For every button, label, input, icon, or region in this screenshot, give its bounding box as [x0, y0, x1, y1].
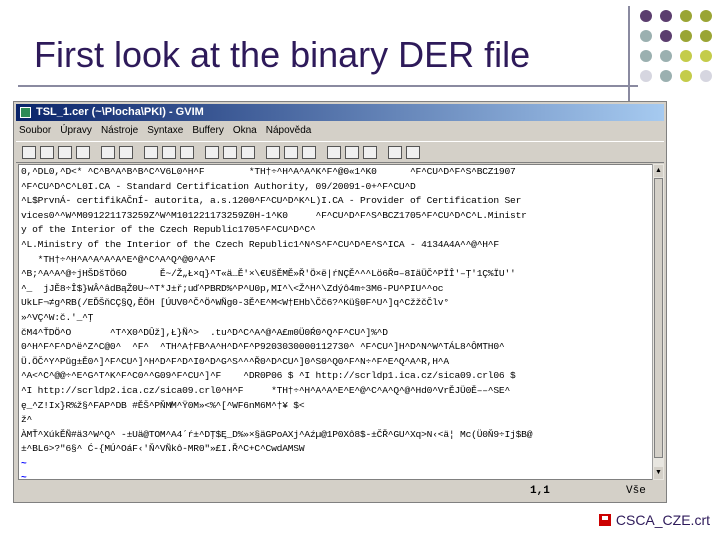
editor-line: ž^ [21, 414, 33, 426]
scroll-up-arrow-icon[interactable]: ▲ [654, 165, 663, 177]
editor-line: ^I http://scrldp2.ica.cz/sica09.crl0^H^F… [21, 384, 511, 396]
menu-item[interactable]: Soubor [19, 122, 51, 139]
save-all-icon[interactable] [58, 146, 72, 159]
cut-icon[interactable] [144, 146, 158, 159]
decorative-dot [680, 50, 692, 62]
editor-line: čM4^ŤDÖ^O ^T^X0^DÛž],Ł}Ñ^> .tu^D^C^A^@^A… [21, 326, 388, 338]
menu-item[interactable]: Syntaxe [147, 122, 183, 139]
editor-line: ^_ jJĚ8÷Î$}WÂ^âdBąŽ0U~^T*J±ř;uď^PBRD%^P^… [21, 282, 444, 294]
decorative-dot [660, 30, 672, 42]
copy-icon[interactable] [162, 146, 176, 159]
empty-line-marker: ~ [21, 472, 27, 480]
toolbar-separator [135, 146, 142, 159]
window-titlebar: TSL_1.cer (~\Plocha\PKI) - GVIM [16, 104, 664, 121]
editor-line: ^A<^C^@@÷^E^G^T^K^F^C0^^G09^F^CU^]^F ^DR… [21, 370, 516, 382]
scroll-position: Vše [626, 485, 646, 497]
decorative-dot [700, 30, 712, 42]
jump-tag-icon[interactable] [363, 146, 377, 159]
menubar: Soubor Úpravy Nástroje Syntaxe Buffery Okna Ná… [16, 122, 664, 139]
editor-line: Ü.ÖČ^Y^Pŭg±Ě0^]^F^CU^]^H^D^F^D^I0^D^G^S^… [21, 355, 449, 367]
paste-icon[interactable] [180, 146, 194, 159]
decorative-dot [660, 50, 672, 62]
file-caption: CSCA_CZE.crt [598, 512, 710, 528]
title-divider-horizontal [18, 85, 638, 87]
decorative-dot [700, 10, 712, 22]
decorative-dot [640, 70, 652, 82]
editor-line: ę_^Z!Ix}R%ž§^FAP^DB #ĚŠ^PŇM̸M^Ÿ0M»<%^[^W… [21, 399, 305, 411]
decorative-dot [640, 10, 652, 22]
scroll-thumb[interactable] [654, 178, 663, 458]
scroll-down-arrow-icon[interactable]: ▼ [654, 467, 663, 479]
decorative-dot [680, 10, 692, 22]
editor-text-area[interactable]: 0,^DL0,^D<* ^C^B^A^B^B^C^V6L0^H^F *TH†÷^… [18, 164, 654, 480]
make-icon[interactable] [327, 146, 341, 159]
toolbar-separator [196, 146, 203, 159]
editor-line: ^L$PrvnÁ- certifikAČnÍ- autorita, a.s.12… [21, 195, 522, 207]
toolbar-separator [379, 146, 386, 159]
menu-item[interactable]: Okna [233, 122, 257, 139]
decorative-dot-grid [640, 10, 720, 90]
print-icon[interactable] [76, 146, 90, 159]
decorative-dot [640, 30, 652, 42]
editor-line: y of the Interior of the Czech Republic1… [21, 224, 316, 236]
status-line: 1,1 Vše [18, 482, 654, 500]
find-next-icon[interactable] [223, 146, 237, 159]
editor-line: ^B;^A^A^@÷jHŠDšTÖ6O Ě~/Ž„Ł×q}^T«ä…Ě'×\€U… [21, 268, 516, 280]
editor-line: 0^H^F^F^D^ë^Z^C@0^ ^F^ ^TH^A†FB^A^H^D^F^… [21, 341, 505, 353]
toolbar-separator [92, 146, 99, 159]
decorative-dot [660, 10, 672, 22]
toolbar-separator [318, 146, 325, 159]
undo-icon[interactable] [101, 146, 115, 159]
decorative-dot [680, 70, 692, 82]
editor-line: ÀMŤ^XúkĚÑ#ä3^W^Q^ -±Uä@TOM^A4´ŕ±^DŢ$Ę_D%… [21, 428, 533, 440]
toolbar [16, 141, 664, 163]
redo-icon[interactable] [119, 146, 133, 159]
empty-line-marker: ~ [21, 457, 27, 469]
help-icon[interactable] [388, 146, 402, 159]
editor-line: UkLF¬≠g^RB(/EĎŠňCÇ§Q,ĚÖH [ÚUV0^Č^Ö^WÑg0-… [21, 297, 449, 309]
editor-line: ±^BL6>?"6§^ Ć-{MÚ^OáF‹'Ň^VÑkô-MR0"»£I.Ř^… [21, 443, 305, 455]
menu-item[interactable]: Nápověda [266, 122, 312, 139]
decorative-dot [640, 50, 652, 62]
decorative-dot [680, 30, 692, 42]
decorative-dot [700, 50, 712, 62]
save-session-icon[interactable] [284, 146, 298, 159]
find-prev-icon[interactable] [241, 146, 255, 159]
gvim-app-icon [20, 107, 31, 118]
disk-icon [598, 514, 611, 526]
editor-line: »^VÇ^W:č.'_^Ţ [21, 311, 94, 323]
slide-title: First look at the binary DER file [34, 34, 531, 75]
save-icon[interactable] [40, 146, 54, 159]
cursor-position: 1,1 [530, 485, 550, 497]
decorative-dot [700, 70, 712, 82]
file-name: CSCA_CZE.crt [615, 512, 710, 528]
gvim-window: TSL_1.cer (~\Plocha\PKI) - GVIM Soubor Úp… [13, 101, 667, 503]
menu-item[interactable]: Úpravy [60, 122, 92, 139]
editor-line: vices0^^W^M091221173259Z^W^M101221173259… [21, 209, 527, 221]
vertical-scrollbar[interactable]: ▲ ▼ [652, 164, 664, 480]
editor-line: 0,^DL0,^D<* ^C^B^A^B^B^C^V6L0^H^F *TH†÷^… [21, 166, 516, 177]
decorative-dot [660, 70, 672, 82]
open-icon[interactable] [22, 146, 36, 159]
toolbar-separator [257, 146, 264, 159]
load-session-icon[interactable] [266, 146, 280, 159]
editor-line: ^L.Ministry of the Interior of the Czech… [21, 238, 499, 250]
menu-item[interactable]: Buffery [192, 122, 224, 139]
run-ctags-icon[interactable] [345, 146, 359, 159]
window-title: TSL_1.cer (~\Plocha\PKI) - GVIM [36, 106, 204, 118]
run-script-icon[interactable] [302, 146, 316, 159]
menu-item[interactable]: Nástroje [101, 122, 138, 139]
editor-line: *TH†÷^H^A^A^A^A^E^@^C^A^Q^@0^A^F [21, 253, 216, 265]
find-help-icon[interactable] [406, 146, 420, 159]
editor-line: ^F^CU^D^C^L0I.CA - Standard Certificatio… [21, 180, 416, 192]
replace-icon[interactable] [205, 146, 219, 159]
